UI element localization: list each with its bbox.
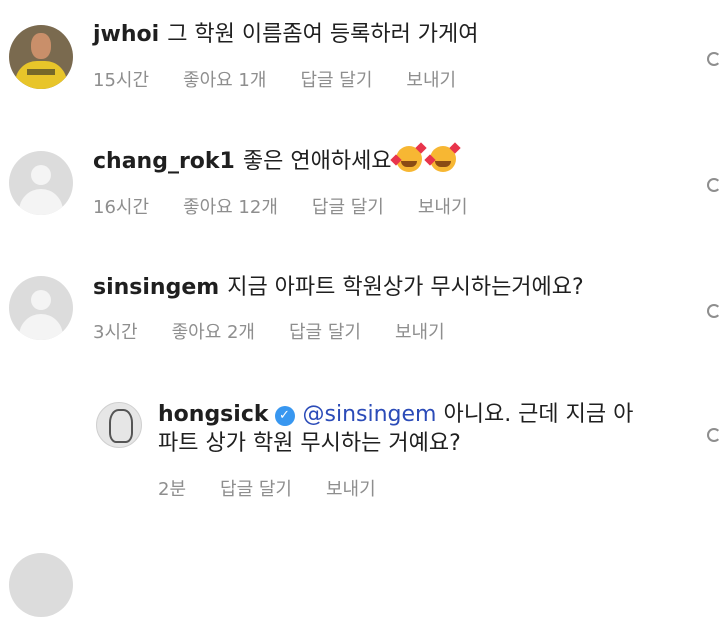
verified-badge-icon: ✓ <box>274 406 295 426</box>
smiling-face-with-hearts-icon <box>423 142 461 172</box>
reply-button[interactable]: 답글 달기 <box>220 475 292 501</box>
like-heart-icon[interactable] <box>707 178 719 192</box>
likes-count[interactable]: 좋아요 1개 <box>183 66 266 92</box>
avatar[interactable] <box>9 151 73 215</box>
send-button[interactable]: 보내기 <box>418 193 468 219</box>
comment-text: 그 학원 이름좀여 등록하러 가게여 <box>167 22 479 47</box>
like-heart-icon[interactable] <box>707 304 719 318</box>
comment-text: 좋은 연애하세요 <box>242 149 392 174</box>
avatar[interactable] <box>9 276 73 340</box>
send-button[interactable]: 보내기 <box>406 66 456 92</box>
reply-meta: 2분 답글 달기 보내기 <box>158 475 410 501</box>
avatar[interactable] <box>96 402 142 448</box>
send-button[interactable]: 보내기 <box>326 475 376 501</box>
reply-button[interactable]: 답글 달기 <box>289 318 361 344</box>
comment-body: chang_rok1 좋은 연애하세요 <box>93 142 461 177</box>
smiling-face-with-hearts-icon <box>389 142 427 172</box>
likes-count[interactable]: 좋아요 12개 <box>183 193 278 219</box>
comment-username[interactable]: jwhoi <box>93 22 159 47</box>
like-heart-icon[interactable] <box>707 428 719 442</box>
reply-button[interactable]: 답글 달기 <box>300 66 372 92</box>
reply-time: 2분 <box>158 479 187 500</box>
comment-text: 지금 아파트 학원상가 무시하는거에요? <box>227 275 584 300</box>
reply-body-line-1: hongsick ✓ @sinsingem 아니요. 근데 지금 아 <box>158 400 633 430</box>
reply-username[interactable]: hongsick <box>158 402 269 427</box>
comment-body: jwhoi 그 학원 이름좀여 등록하러 가게여 <box>93 20 479 50</box>
comment-meta: 16시간 좋아요 12개 답글 달기 보내기 <box>93 193 502 219</box>
likes-count[interactable]: 좋아요 2개 <box>172 318 255 344</box>
comment-meta: 3시간 좋아요 2개 답글 달기 보내기 <box>93 318 479 344</box>
comment-time: 15시간 <box>93 70 150 91</box>
comment-username[interactable]: chang_rok1 <box>93 149 235 174</box>
comment-username[interactable]: sinsingem <box>93 275 219 300</box>
comment-meta: 15시간 좋아요 1개 답글 달기 보내기 <box>93 66 490 92</box>
avatar[interactable] <box>9 25 73 89</box>
comment-time: 16시간 <box>93 197 150 218</box>
mention-link[interactable]: @sinsingem <box>303 402 437 427</box>
like-heart-icon[interactable] <box>707 52 719 66</box>
reply-button[interactable]: 답글 달기 <box>312 193 384 219</box>
reply-text-line-2: 파트 상가 학원 무시하는 거예요? <box>158 431 461 456</box>
comment-time: 3시간 <box>93 322 138 343</box>
comment-body: sinsingem 지금 아파트 학원상가 무시하는거에요? <box>93 273 584 303</box>
reply-body-line-2: 파트 상가 학원 무시하는 거예요? <box>158 429 461 459</box>
send-button[interactable]: 보내기 <box>395 318 445 344</box>
reply-text-line-1: 아니요. 근데 지금 아 <box>443 402 634 427</box>
